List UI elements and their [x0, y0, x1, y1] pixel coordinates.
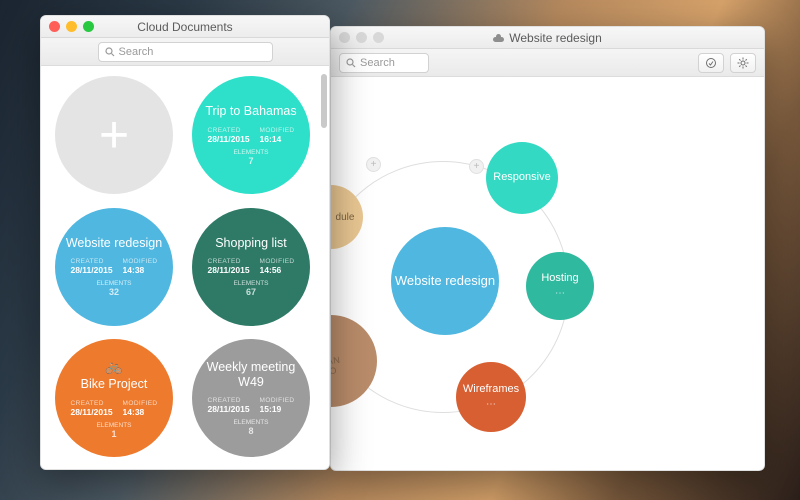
document-bubble[interactable]: Trip to Bahamas CREATED28/11/2015 MODIFI… — [192, 76, 310, 194]
bike-icon: 🚲 — [105, 358, 122, 375]
titlebar[interactable]: Website redesign — [331, 27, 764, 49]
node-label: Responsive — [493, 171, 550, 184]
doc-elements: ELEMENTS32 — [96, 280, 131, 297]
doc-title: Shopping list — [215, 236, 287, 250]
zoom-dot[interactable] — [83, 21, 94, 32]
share-icon — [705, 57, 717, 69]
scrollbar[interactable] — [321, 74, 327, 128]
window-title-text: Cloud Documents — [137, 20, 232, 34]
doc-meta: CREATED28/11/2015 MODIFIED16:14 — [207, 127, 294, 144]
doc-title: Bike Project — [81, 377, 148, 391]
search-input[interactable]: Search — [98, 42, 273, 62]
more-icon: ⋯ — [486, 399, 496, 411]
node-responsive[interactable]: Responsive — [486, 142, 558, 214]
settings-button[interactable] — [730, 53, 756, 73]
cloud-documents-window: Cloud Documents Search + Trip to Bahamas… — [40, 15, 330, 470]
toolbar: Search — [41, 38, 329, 66]
doc-title: Weekly meeting W49 — [198, 360, 304, 389]
close-dot[interactable] — [339, 32, 350, 43]
doc-meta: CREATED28/11/2015 MODIFIED14:38 — [70, 258, 157, 275]
mindmap-window: Website redesign Search + + — [330, 26, 765, 471]
close-dot[interactable] — [49, 21, 60, 32]
traffic-lights[interactable] — [339, 32, 384, 43]
search-placeholder: Search — [360, 57, 395, 69]
search-input[interactable]: Search — [339, 53, 429, 73]
more-icon: ⋯ — [555, 288, 565, 300]
doc-elements: ELEMENTS7 — [233, 149, 268, 166]
document-bubble[interactable]: Website redesign CREATED28/11/2015 MODIF… — [55, 208, 173, 326]
titlebar[interactable]: Cloud Documents — [41, 16, 329, 38]
add-node-button[interactable]: + — [469, 159, 484, 174]
minimize-dot[interactable] — [66, 21, 77, 32]
window-title: Website redesign — [331, 31, 764, 45]
node-label: Wireframes — [463, 383, 519, 396]
document-bubble[interactable]: Shopping list CREATED28/11/2015 MODIFIED… — [192, 208, 310, 326]
zoom-dot[interactable] — [373, 32, 384, 43]
texture-text: NVANCO — [331, 345, 343, 377]
window-title-text: Website redesign — [509, 31, 602, 45]
share-button[interactable] — [698, 53, 724, 73]
add-node-button[interactable]: + — [366, 157, 381, 172]
doc-meta: CREATED28/11/2015 MODIFIED15:19 — [207, 397, 294, 414]
doc-meta: CREATED28/11/2015 MODIFIED14:56 — [207, 258, 294, 275]
node-label: Hosting — [541, 272, 578, 285]
node-hosting[interactable]: Hosting ⋯ — [526, 252, 594, 320]
add-document-button[interactable]: + — [55, 76, 173, 194]
doc-elements: ELEMENTS8 — [233, 419, 268, 436]
toolbar: Search — [331, 49, 764, 77]
minimize-dot[interactable] — [356, 32, 367, 43]
document-bubble[interactable]: Weekly meeting W49 CREATED28/11/2015 MOD… — [192, 339, 310, 457]
doc-title: Trip to Bahamas — [205, 104, 296, 118]
doc-meta: CREATED28/11/2015 MODIFIED14:38 — [70, 400, 157, 417]
node-label: Website redesign — [395, 273, 495, 289]
search-icon — [105, 47, 115, 57]
traffic-lights[interactable] — [49, 21, 94, 32]
node-label: dule — [331, 212, 354, 223]
doc-elements: ELEMENTS67 — [233, 280, 268, 297]
mindmap-canvas[interactable]: + + dule NVANCO Website redesign Respons… — [331, 77, 764, 470]
plus-icon: + — [99, 109, 129, 161]
node-wireframes[interactable]: Wireframes ⋯ — [456, 362, 526, 432]
cloud-icon — [493, 34, 504, 42]
gear-icon — [737, 57, 749, 69]
desktop-wallpaper: Website redesign Search + + — [0, 0, 800, 500]
doc-elements: ELEMENTS1 — [96, 422, 131, 439]
search-icon — [346, 58, 356, 68]
doc-title: Website redesign — [66, 236, 162, 250]
document-bubble[interactable]: 🚲 Bike Project CREATED28/11/2015 MODIFIE… — [55, 339, 173, 457]
documents-grid: + Trip to Bahamas CREATED28/11/2015 MODI… — [41, 66, 329, 469]
search-placeholder: Search — [119, 46, 154, 58]
node-center[interactable]: Website redesign — [391, 227, 499, 335]
